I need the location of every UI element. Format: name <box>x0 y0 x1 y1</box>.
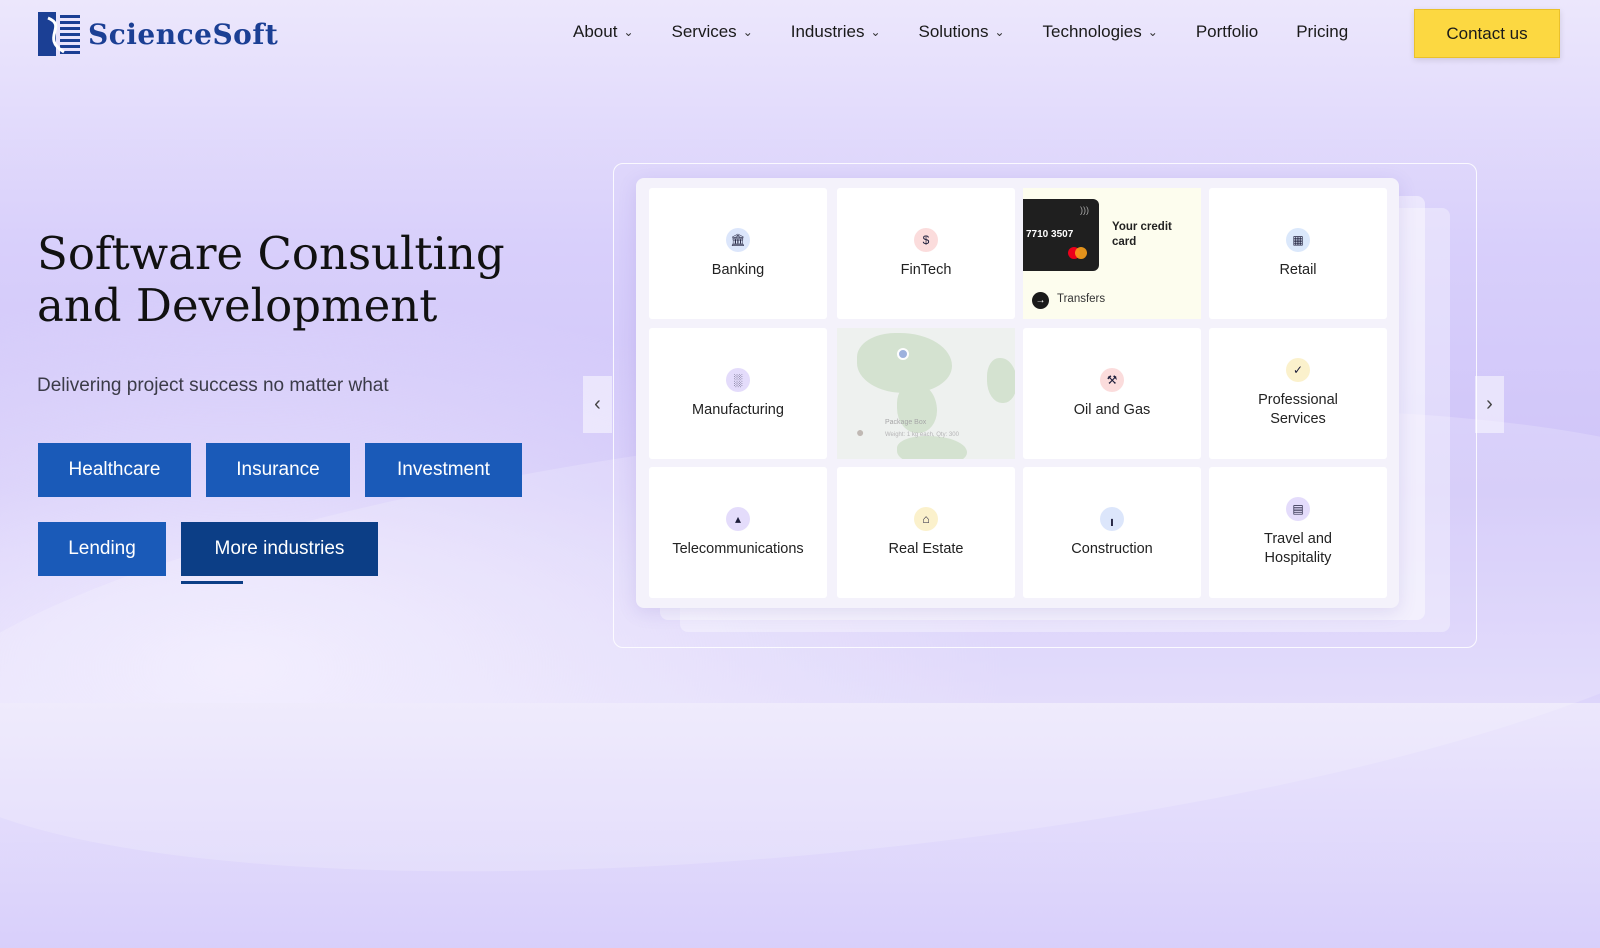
tile-retail[interactable]: ▦ Retail <box>1209 188 1387 319</box>
tile-oil-and-gas-label: Oil and Gas <box>1073 401 1151 418</box>
investment-button[interactable]: Investment <box>365 443 522 497</box>
tile-oil-and-gas[interactable]: ⚒ Oil and Gas <box>1023 328 1201 459</box>
crane-icon: ╻ <box>1100 506 1124 531</box>
carousel-prev-button[interactable]: ‹ <box>583 376 612 433</box>
nav-about-label: About <box>573 22 618 41</box>
nav-portfolio-label: Portfolio <box>1195 22 1259 41</box>
logo-text: ScienceSoft <box>88 17 279 51</box>
factory-icon: ░ <box>726 367 750 392</box>
tile-telecommunications[interactable]: ▴ Telecommunications <box>649 467 827 598</box>
tile-construction-label: Construction <box>1071 540 1153 557</box>
title-line-2: and Development <box>37 279 438 332</box>
map-land <box>857 333 952 393</box>
card-number: 7710 3507 <box>1026 229 1074 240</box>
nav-services-label: Services <box>671 22 737 41</box>
nav-technologies-label: Technologies <box>1042 22 1142 41</box>
antenna-icon: ▴ <box>726 506 750 531</box>
carousel-next-button[interactable]: › <box>1475 376 1504 433</box>
tile-construction[interactable]: ╻ Construction <box>1023 467 1201 598</box>
tile-fintech[interactable]: $ FinTech <box>837 188 1015 319</box>
mastercard-icon-overlap <box>1075 247 1087 259</box>
badge-icon: ✓ <box>1286 358 1310 382</box>
map-land <box>987 358 1015 403</box>
nav-solutions-label: Solutions <box>918 22 989 41</box>
luggage-icon: ▤ <box>1286 497 1310 521</box>
chevron-down-icon: ⌄ <box>1147 25 1158 39</box>
title-line-1: Software Consulting <box>37 227 505 280</box>
more-industries-button[interactable]: More industries <box>181 522 378 576</box>
nav-industries-label: Industries <box>790 22 865 41</box>
credit-card: ))) 7710 3507 <box>1023 199 1099 271</box>
nav-portfolio[interactable]: Portfolio <box>1196 20 1258 44</box>
package-icon: ● <box>856 424 865 440</box>
nav-about[interactable]: About ⌄ <box>573 20 634 44</box>
active-tab-underline <box>181 581 243 584</box>
chevron-down-icon: ⌄ <box>994 25 1005 39</box>
nav-solutions[interactable]: Solutions ⌄ <box>919 20 1005 44</box>
credit-card-preview: ))) 7710 3507 Your credit card → Transfe… <box>1023 188 1201 319</box>
tile-telecommunications-label: Telecommunications <box>672 540 804 557</box>
chevron-down-icon: ⌄ <box>742 25 753 39</box>
tile-fintech-label: FinTech <box>900 261 952 278</box>
house-icon: ⌂ <box>914 506 938 531</box>
credit-card-label: Your credit card <box>1112 221 1172 248</box>
store-icon: ▦ <box>1286 227 1310 252</box>
page-subtitle: Delivering project success no matter wha… <box>37 375 389 396</box>
insurance-button[interactable]: Insurance <box>206 443 350 497</box>
page-title: Software Consulting and Development <box>37 228 557 332</box>
tile-banking[interactable]: 🏛 Banking <box>649 188 827 319</box>
tile-travel-and-hospitality-label: Travel and Hospitality <box>1264 531 1332 566</box>
dollar-icon: $ <box>914 227 938 252</box>
map-pin-icon <box>897 348 909 360</box>
tile-professional-services-label: Professional Services <box>1258 392 1338 427</box>
chevron-down-icon: ⌄ <box>870 25 881 39</box>
tile-real-estate[interactable]: ⌂ Real Estate <box>837 467 1015 598</box>
tile-retail-label: Retail <box>1279 261 1317 278</box>
chevron-down-icon: ⌄ <box>623 25 634 39</box>
logo[interactable]: ScienceSoft <box>38 12 278 56</box>
nav-pricing-label: Pricing <box>1296 22 1349 41</box>
tile-banking-label: Banking <box>711 261 765 278</box>
nav-industries[interactable]: Industries ⌄ <box>791 20 881 44</box>
bank-icon: 🏛 <box>726 227 750 252</box>
nav-services[interactable]: Services ⌄ <box>672 20 753 44</box>
nav-technologies[interactable]: Technologies ⌄ <box>1043 20 1158 44</box>
package-subtitle: Weight: 1 kg each, Qty: 300 <box>885 432 959 438</box>
nav-pricing[interactable]: Pricing <box>1296 20 1348 44</box>
tile-travel-and-hospitality[interactable]: ▤ Travel and Hospitality <box>1209 467 1387 598</box>
transfers-label: Transfers <box>1057 293 1106 305</box>
logo-mark-icon <box>38 12 82 56</box>
tile-manufacturing-label: Manufacturing <box>692 401 784 418</box>
map-land <box>897 436 967 459</box>
oil-pump-icon: ⚒ <box>1100 367 1124 392</box>
tile-manufacturing[interactable]: ░ Manufacturing <box>649 328 827 459</box>
lending-button[interactable]: Lending <box>38 522 166 576</box>
chevron-right-icon: › <box>1486 393 1493 415</box>
arrow-right-icon: → <box>1032 292 1049 309</box>
package-title: Package Box <box>885 419 927 426</box>
map-preview: ● Package Box Weight: 1 kg each, Qty: 30… <box>837 328 1015 459</box>
tile-professional-services[interactable]: ✓ Professional Services <box>1209 328 1387 459</box>
tile-real-estate-label: Real Estate <box>888 540 964 557</box>
main-nav: About ⌄ Services ⌄ Industries ⌄ Solutions ⌄ … <box>573 20 1386 44</box>
healthcare-button[interactable]: Healthcare <box>38 443 191 497</box>
contact-us-button[interactable]: Contact us <box>1414 9 1560 58</box>
chevron-left-icon: ‹ <box>594 393 601 415</box>
contactless-icon: ))) <box>1080 205 1089 215</box>
